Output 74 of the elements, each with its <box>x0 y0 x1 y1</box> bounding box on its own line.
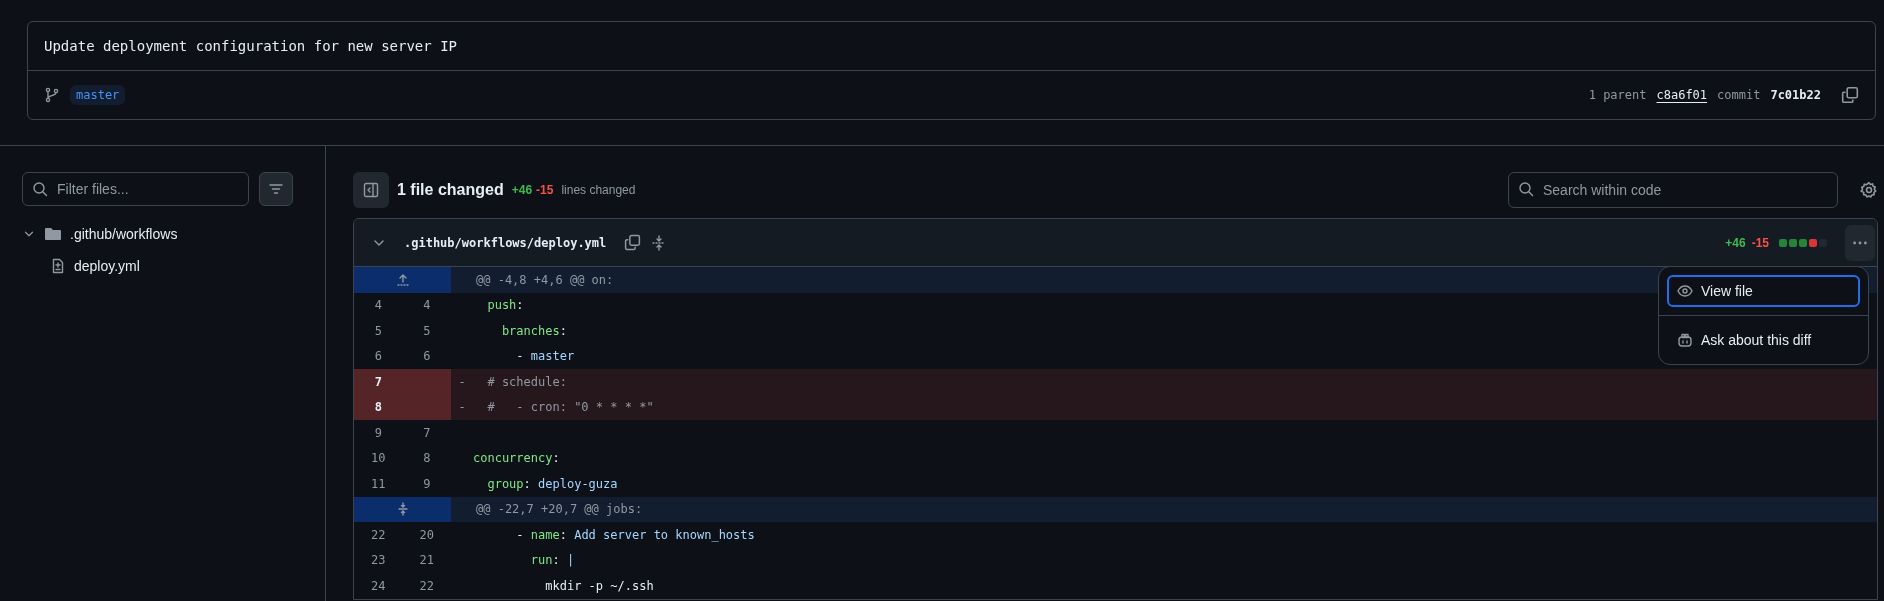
deletions-count: -15 <box>1751 235 1769 250</box>
parent-link[interactable]: c8a6f01 <box>1656 88 1708 102</box>
code-line: - name: Add server to known_hosts <box>515 527 755 542</box>
folder-icon <box>44 226 62 242</box>
parent-label: 1 parent <box>1588 88 1647 102</box>
line-number: 7 <box>422 424 432 442</box>
file-path[interactable]: .github/workflows/deploy.yml <box>404 235 607 250</box>
copy-icon <box>1841 86 1859 104</box>
hunk-header: @@ -4,8 +4,6 @@ on: <box>476 272 614 287</box>
code-line: concurrency: <box>473 451 560 466</box>
code-line: run: | <box>529 553 575 568</box>
copy-icon <box>624 234 642 251</box>
line-number: 22 <box>418 577 435 595</box>
search-icon <box>1518 181 1534 197</box>
code-line: branches: <box>500 323 567 338</box>
folder-item[interactable]: .github/workflows <box>22 218 297 250</box>
code-line: group: deploy-guza <box>486 476 618 491</box>
expand-icon <box>397 502 408 516</box>
line-number: 11 <box>370 475 387 493</box>
search-icon <box>32 181 48 197</box>
lines-changed-label: lines changed <box>561 183 636 197</box>
filter-field[interactable]: Filter files... <box>22 172 249 206</box>
robot-icon <box>1677 332 1693 348</box>
line-number: 23 <box>370 552 387 570</box>
expand-up-icon <box>394 271 411 288</box>
commit-hash: 7c01b22 <box>1770 88 1821 102</box>
settings-icon <box>1860 181 1878 199</box>
menu-item[interactable]: Ask about this diff <box>1667 324 1860 356</box>
eye-icon <box>1677 283 1693 299</box>
commit-label: commit <box>1717 88 1761 102</box>
menu-item[interactable]: View file <box>1667 275 1860 307</box>
diff-marker: - <box>458 400 466 415</box>
line-number: 6 <box>422 348 432 366</box>
line-number: 5 <box>422 322 432 340</box>
file-diff-icon <box>50 258 66 274</box>
deletions-count: -15 <box>536 183 554 197</box>
sidebar-icon <box>363 182 379 198</box>
line-number: 6 <box>373 348 383 366</box>
file-item[interactable]: deploy.yml <box>22 250 297 282</box>
commit-message: Update deployment configuration for new server IP <box>44 38 457 54</box>
code-line: - master <box>515 349 575 364</box>
kebab-icon <box>1853 240 1867 245</box>
filter-button[interactable] <box>259 172 293 206</box>
code-line: push: <box>486 298 524 313</box>
copy-button[interactable] <box>624 234 642 251</box>
additions-count: +46 <box>1725 235 1746 250</box>
hunk-header: @@ -22,7 +20,7 @@ jobs: <box>476 502 643 517</box>
line-number: 7 <box>354 369 403 395</box>
search-field[interactable]: Search within code <box>1508 172 1838 208</box>
line-number: 10 <box>370 450 387 468</box>
line-number: 22 <box>370 526 387 544</box>
code-line: mkdir -p ~/.ssh <box>544 578 654 593</box>
line-number: 21 <box>418 552 435 570</box>
sidebar-toggle-button[interactable] <box>353 172 389 208</box>
line-number: 24 <box>370 577 387 595</box>
settings-button[interactable] <box>1860 181 1878 199</box>
line-number: 9 <box>373 424 383 442</box>
line-number: 9 <box>422 475 432 493</box>
line-number: 8 <box>422 450 432 468</box>
line-number: 4 <box>373 297 383 315</box>
files-changed-title: 1 file changed <box>397 181 504 199</box>
code-line: # schedule: <box>486 374 567 389</box>
filter-icon <box>268 181 284 197</box>
line-number: 5 <box>373 322 383 340</box>
line-number: 8 <box>354 394 403 420</box>
line-number: 20 <box>418 526 435 544</box>
expand-button[interactable] <box>354 496 451 522</box>
line-number: 4 <box>422 297 432 315</box>
code-line: # - cron: "0 * * * *" <box>486 400 654 415</box>
additions-count: +46 <box>511 183 533 197</box>
branch-icon <box>44 87 60 103</box>
copy-button[interactable] <box>1841 86 1859 104</box>
branch-label[interactable]: master <box>70 85 126 105</box>
diff-marker: - <box>458 374 466 389</box>
